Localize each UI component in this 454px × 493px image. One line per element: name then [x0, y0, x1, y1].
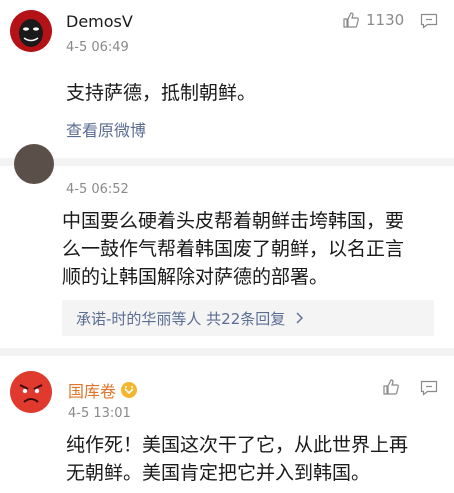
- avatar-mask-icon: [10, 10, 52, 52]
- separator: [0, 158, 454, 166]
- view-original-link[interactable]: 查看原微博: [66, 117, 146, 141]
- like-button[interactable]: 1130: [342, 11, 404, 29]
- username-text: 国库卷: [68, 382, 117, 401]
- thumbs-up-icon[interactable]: [382, 378, 400, 396]
- vip-badge-icon: [121, 382, 138, 398]
- like-count: 1130: [366, 11, 405, 29]
- thumbs-up-icon: [343, 12, 359, 28]
- comment-1: DemosV 4-5 06:49 1130 支持萨德，抵制朝鲜。 查看原微博: [0, 0, 454, 150]
- separator: [0, 348, 454, 356]
- replies-summary-text: 承诺-时的华丽等人 共22条回复: [76, 309, 286, 328]
- username[interactable]: 国库卷: [68, 378, 138, 402]
- angry-face-icon: [10, 371, 52, 413]
- avatar[interactable]: [10, 10, 52, 52]
- comment-icon[interactable]: [420, 380, 438, 396]
- comment-text-line-2: 无朝鲜。美国肯定把它并入到韩国。: [66, 462, 371, 484]
- comment-text-line-2: 么一鼓作气帮着韩国废了朝鲜，以名正言: [62, 238, 405, 260]
- comment-text-line-1: 纯作死！美国这次干了它，从此世界上再: [66, 434, 409, 456]
- timestamp: 4-5 06:52: [66, 182, 129, 197]
- timestamp: 4-5 13:01: [68, 406, 131, 421]
- replies-summary[interactable]: 承诺-时的华丽等人 共22条回复: [62, 300, 434, 336]
- username[interactable]: DemosV: [66, 12, 133, 31]
- comment-text-line-1: 中国要么硬着头皮帮着朝鲜击垮韩国，要: [62, 210, 405, 232]
- comment-text-line-3: 顺的让韩国解除对萨德的部署。: [62, 266, 329, 288]
- avatar[interactable]: [10, 371, 52, 413]
- comment-text: 支持萨德，抵制朝鲜。: [66, 82, 257, 104]
- comment-icon[interactable]: [420, 13, 438, 29]
- avatar[interactable]: [14, 144, 54, 184]
- timestamp: 4-5 06:49: [66, 40, 129, 55]
- chevron-right-icon: [296, 312, 304, 324]
